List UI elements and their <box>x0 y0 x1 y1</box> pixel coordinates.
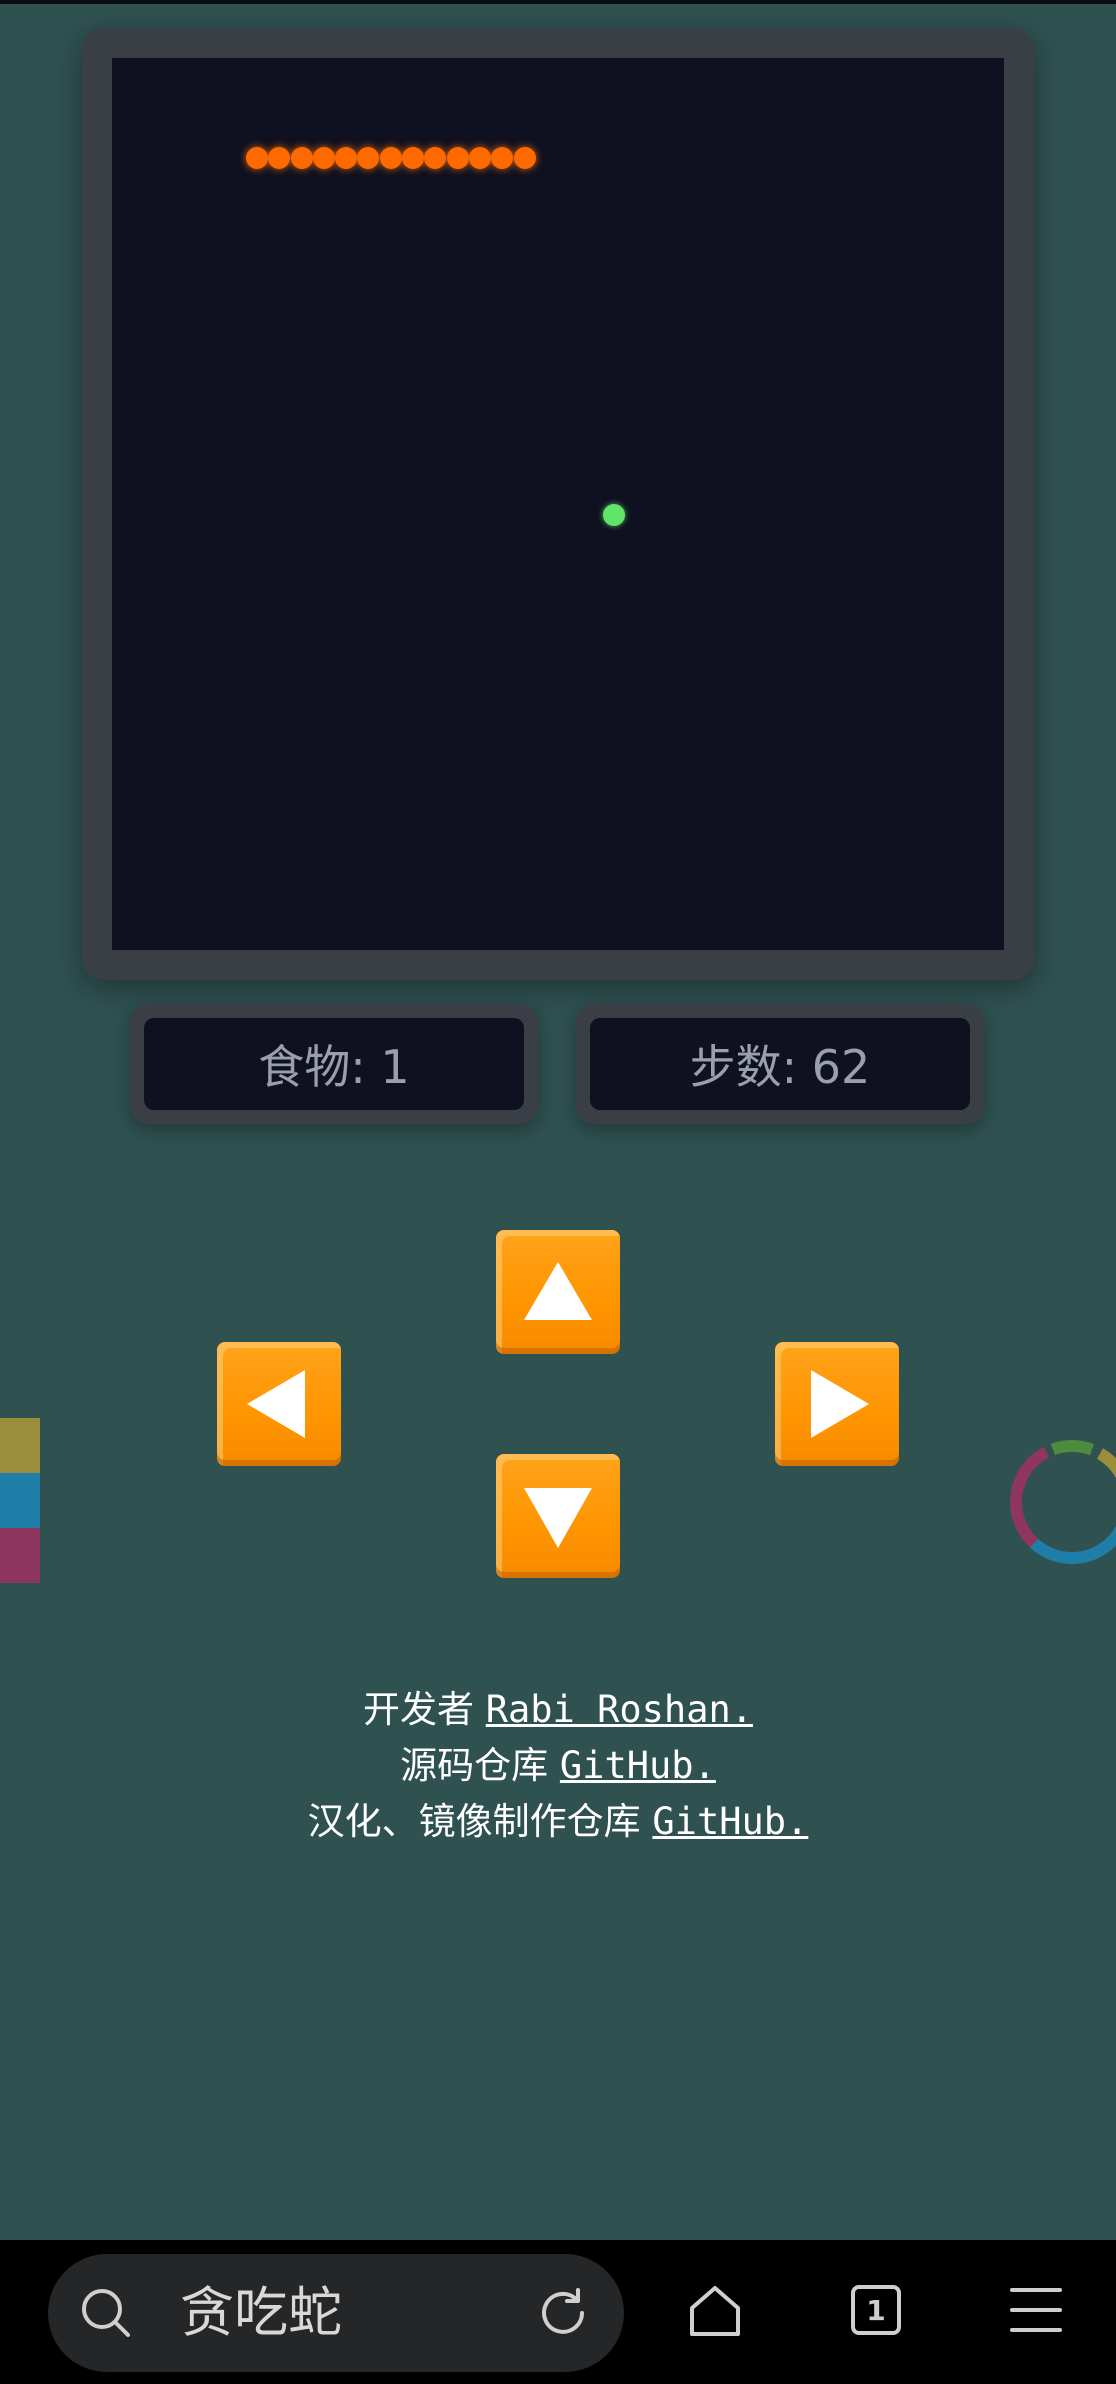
left-arrow-icon <box>247 1370 305 1438</box>
snake-segment <box>312 147 335 170</box>
snake-segment <box>379 147 402 170</box>
credits-developer-label: 开发者 <box>362 1688 486 1731</box>
browser-bottom-bar: 贪吃蛇 1 <box>0 2240 1116 2384</box>
down-arrow-icon <box>524 1488 592 1548</box>
credits-developer: 开发者 Rabi Roshan. <box>0 1682 1116 1738</box>
game-board[interactable] <box>112 58 1004 950</box>
food-pellet <box>602 504 625 527</box>
snake-segment <box>357 147 380 170</box>
food-counter-label: 食物: 1 <box>144 1018 524 1110</box>
credits-localization: 汉化、镜像制作仓库 GitHub. <box>0 1794 1116 1850</box>
snake-segment <box>245 147 268 170</box>
source-repo-link[interactable]: GitHub. <box>560 1744 716 1787</box>
credits-source: 源码仓库 GitHub. <box>0 1738 1116 1794</box>
snake-head <box>513 147 536 170</box>
snake-segment <box>424 147 447 170</box>
food-counter: 食物: 1 <box>130 1004 538 1124</box>
steps-counter-label: 步数: 62 <box>590 1018 970 1110</box>
floating-ring-icon[interactable] <box>1002 1432 1116 1572</box>
home-icon[interactable] <box>686 2282 744 2340</box>
snake-segment <box>402 147 425 170</box>
tab-count: 1 <box>866 2293 886 2327</box>
snake-segment <box>290 147 313 170</box>
right-button[interactable] <box>775 1342 899 1466</box>
snake-segment <box>468 147 491 170</box>
credits: 开发者 Rabi Roshan. 源码仓库 GitHub. 汉化、镜像制作仓库 … <box>0 1682 1116 1850</box>
search-icon <box>82 2289 130 2337</box>
snake-segment <box>268 147 291 170</box>
down-button[interactable] <box>496 1454 620 1578</box>
snake-segment <box>491 147 514 170</box>
tabs-button[interactable]: 1 <box>850 2284 902 2336</box>
up-button[interactable] <box>496 1230 620 1354</box>
right-arrow-icon <box>811 1370 869 1438</box>
address-bar[interactable]: 贪吃蛇 <box>48 2254 624 2372</box>
localization-repo-link[interactable]: GitHub. <box>652 1800 808 1843</box>
address-text: 贪吃蛇 <box>180 2281 342 2344</box>
developer-link[interactable]: Rabi Roshan. <box>486 1688 753 1731</box>
top-edge <box>0 0 1116 4</box>
credits-source-label: 源码仓库 <box>400 1744 560 1787</box>
steps-counter: 步数: 62 <box>576 1004 984 1124</box>
snake-segment <box>446 147 469 170</box>
side-tab-blue[interactable] <box>0 1473 40 1528</box>
snake-segment <box>335 147 358 170</box>
up-arrow-icon <box>524 1262 592 1320</box>
side-tab-magenta[interactable] <box>0 1528 40 1583</box>
side-tab-yellow[interactable] <box>0 1418 40 1473</box>
reload-icon[interactable] <box>534 2284 592 2342</box>
game-board-frame <box>82 28 1034 980</box>
left-button[interactable] <box>217 1342 341 1466</box>
credits-localization-label: 汉化、镜像制作仓库 <box>307 1800 653 1843</box>
menu-icon[interactable] <box>1010 2284 1062 2336</box>
